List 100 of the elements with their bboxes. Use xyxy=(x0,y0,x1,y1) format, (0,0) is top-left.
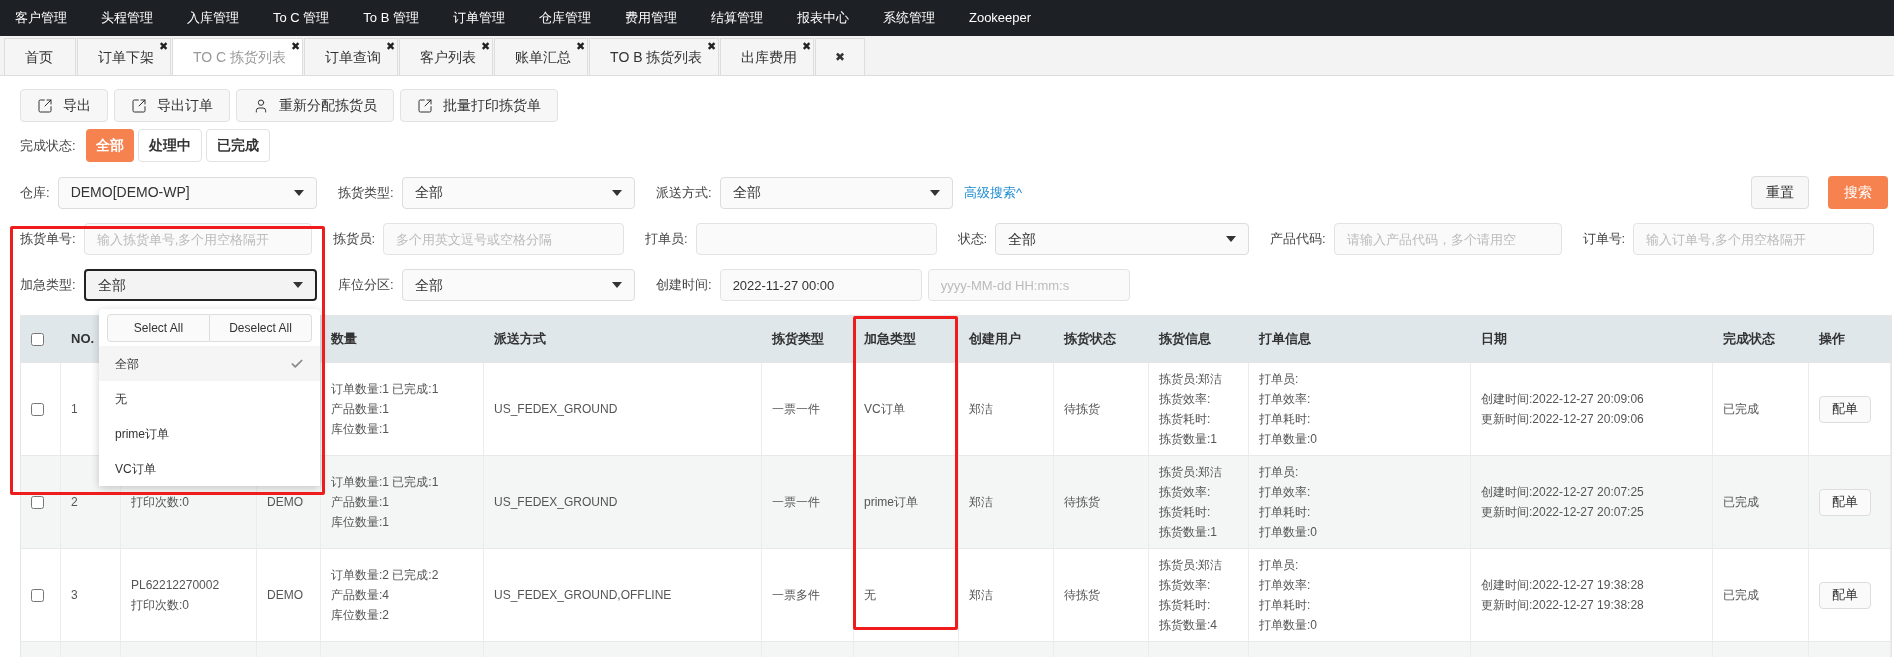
dropdown-option[interactable]: 全部 xyxy=(99,346,320,381)
page-tab[interactable]: 首页 xyxy=(4,38,76,75)
cell-text: 创建时间:2022-12-27 20:07:25 xyxy=(1481,484,1644,501)
match-order-button[interactable]: 配单 xyxy=(1819,395,1871,423)
cell-text: 打单员: xyxy=(1259,464,1300,481)
cell-text: 拣货数量:1 xyxy=(1159,524,1218,541)
select-field[interactable]: 全部 xyxy=(995,223,1249,255)
caret-icon xyxy=(612,282,622,288)
nav-item[interactable]: To C 管理 xyxy=(264,8,339,28)
cell-text: 打单效率: xyxy=(1259,391,1312,408)
column-header: 拣货类型 xyxy=(772,330,824,349)
caret-icon xyxy=(293,282,303,288)
cell-text: 拣货数量:4 xyxy=(1159,617,1218,634)
row-checkbox[interactable] xyxy=(31,402,44,416)
deselect-all-button[interactable]: Deselect All xyxy=(210,314,312,342)
select-field[interactable]: 全部 xyxy=(401,176,635,209)
advanced-search-link[interactable]: 高级搜索^ xyxy=(964,182,1023,203)
close-icon[interactable]: ✖ xyxy=(576,41,586,52)
page-tab[interactable]: TO B 拣货列表 ✖ xyxy=(589,38,720,75)
input-field[interactable]: 2022-11-27 00:00 xyxy=(719,269,922,301)
cell-text: 库位数量:2 xyxy=(331,607,390,624)
page-tab[interactable]: 订单下架 ✖ xyxy=(77,38,171,75)
cell-text: 更新时间:2022-12-27 20:07:25 xyxy=(1481,504,1644,521)
cell-text: 打单员: xyxy=(1259,371,1300,388)
cell-text: 库位数量:1 xyxy=(331,421,390,438)
nav-item[interactable]: 头程管理 xyxy=(92,8,162,28)
nav-item[interactable]: 入库管理 xyxy=(178,8,248,28)
cell-text: 拣货员:郑洁 xyxy=(1159,371,1223,388)
nav-item[interactable]: 报表中心 xyxy=(787,8,858,28)
input-field[interactable]: 多个用英文逗号或空格分隔 xyxy=(383,223,624,255)
column-header: 加急类型 xyxy=(864,330,916,349)
filter-label: 状态: xyxy=(957,230,988,249)
cell-text: 打单耗时: xyxy=(1259,597,1312,614)
nav-item[interactable]: 订单管理 xyxy=(443,8,514,28)
filter-label: 订单号: xyxy=(1582,230,1626,249)
input-field[interactable] xyxy=(695,223,937,255)
close-icon[interactable]: ✖ xyxy=(481,41,491,52)
column-header: 数量 xyxy=(331,330,357,349)
cell-text: 打单效率: xyxy=(1259,484,1312,501)
column-header: 拣货状态 xyxy=(1064,330,1116,349)
cell-text: prime订单 xyxy=(864,494,918,511)
select-all-button[interactable]: Select All xyxy=(107,314,210,342)
toolbar-button[interactable]: 导出订单 xyxy=(114,89,230,122)
match-order-button[interactable]: 配单 xyxy=(1819,488,1871,516)
cell-text: 打单数量:0 xyxy=(1259,431,1317,448)
nav-item[interactable]: 客户管理 xyxy=(6,8,76,28)
cell-text: 一票多件 xyxy=(772,587,820,604)
match-order-button[interactable]: 配单 xyxy=(1819,581,1871,609)
status-filter-button[interactable]: 已完成 xyxy=(205,129,270,162)
nav-item[interactable]: 系统管理 xyxy=(873,8,944,28)
cell-text: 创建时间:2022-12-27 19:38:28 xyxy=(1481,577,1644,594)
cell-text: 一票一件 xyxy=(772,494,820,511)
header-checkbox[interactable] xyxy=(31,332,44,346)
cell-text: 打单耗时: xyxy=(1259,504,1312,521)
export-icon xyxy=(37,97,53,114)
dropdown-option[interactable]: prime订单 xyxy=(99,416,320,451)
close-icon[interactable]: ✖ xyxy=(291,41,301,52)
cell-text: 订单数量:1 已完成:1 xyxy=(331,474,439,491)
cell-text: US_FEDEX_GROUND,OFFLINE xyxy=(494,587,672,604)
input-field[interactable]: yyyy-MM-dd HH:mm:s xyxy=(927,269,1130,301)
filter-label: 拣货类型: xyxy=(338,183,394,202)
cell-text: 待拣货 xyxy=(1064,494,1100,511)
select-field[interactable]: 全部 xyxy=(83,269,317,301)
row-checkbox[interactable] xyxy=(31,495,44,509)
close-icon[interactable]: ✖ xyxy=(159,41,168,52)
toolbar-button[interactable]: 重新分配拣货员 xyxy=(236,89,394,122)
close-icon[interactable]: ✖ xyxy=(707,41,717,52)
nav-item[interactable]: Zookeeper xyxy=(959,8,1041,28)
filter-label: 拣货单号: xyxy=(20,230,76,249)
dropdown-option[interactable]: 无 xyxy=(99,381,320,416)
cell-text: 拣货效率: xyxy=(1159,484,1212,501)
cell-text: 一票一件 xyxy=(772,401,820,418)
nav-item[interactable]: 结算管理 xyxy=(701,8,772,28)
row-checkbox[interactable] xyxy=(31,588,44,602)
page-tab[interactable]: 客户列表 ✖ xyxy=(399,38,494,75)
cell-text: 待拣货 xyxy=(1064,587,1100,604)
reset-button[interactable]: 重置 xyxy=(1751,176,1809,209)
nav-item[interactable]: 费用管理 xyxy=(615,8,686,28)
toolbar-button[interactable]: 批量打印拣货单 xyxy=(400,89,558,122)
nav-item[interactable]: To B 管理 xyxy=(354,8,428,28)
close-icon[interactable]: ✖ xyxy=(802,41,812,52)
status-filter-button[interactable]: 处理中 xyxy=(137,129,202,162)
close-icon[interactable]: ✖ xyxy=(386,41,396,52)
page-tab[interactable]: 出库费用 ✖ xyxy=(720,38,815,75)
nav-item[interactable]: 仓库管理 xyxy=(529,8,600,28)
select-field[interactable]: 全部 xyxy=(719,176,953,209)
dropdown-option[interactable]: VC订单 xyxy=(99,451,320,486)
toolbar-button[interactable]: 导出 xyxy=(20,89,108,122)
select-value: DEMO[DEMO-WP] xyxy=(70,183,190,202)
filter-label: 加急类型: xyxy=(20,276,76,295)
select-field[interactable]: 全部 xyxy=(401,269,635,301)
page-tab[interactable]: 订单查询 ✖ xyxy=(304,38,399,75)
page-tab[interactable]: 账单汇总 ✖ xyxy=(494,38,589,75)
page-tab[interactable]: TO C 拣货列表 ✖ xyxy=(172,38,304,75)
tab-label: 订单下架 xyxy=(98,47,154,67)
select-field[interactable]: DEMO[DEMO-WP] xyxy=(57,176,317,209)
filter-label: 打单员: xyxy=(645,230,688,249)
close-all-tab[interactable]: ✖ xyxy=(815,38,866,75)
cell-text: US_FEDEX_GROUND xyxy=(494,401,618,418)
cell-text: 打印次数:0 xyxy=(131,494,189,511)
